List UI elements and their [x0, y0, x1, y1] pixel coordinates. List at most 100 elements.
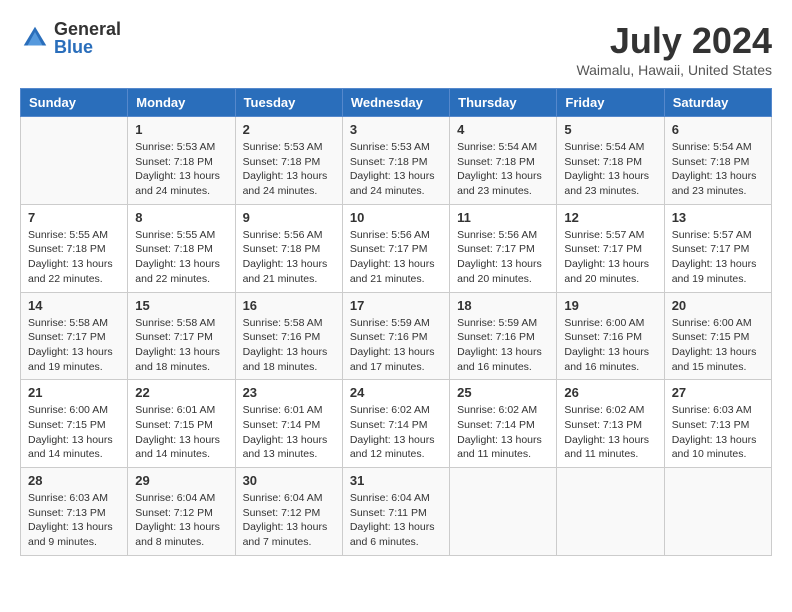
day-number: 24: [350, 385, 442, 400]
day-info: Sunrise: 6:00 AM Sunset: 7:16 PM Dayligh…: [564, 316, 656, 375]
daylight: Daylight: 13 hours and 14 minutes.: [28, 434, 113, 461]
day-number: 11: [457, 210, 549, 225]
day-info: Sunrise: 6:04 AM Sunset: 7:12 PM Dayligh…: [243, 491, 335, 550]
daylight: Daylight: 13 hours and 14 minutes.: [135, 434, 220, 461]
day-number: 3: [350, 122, 442, 137]
logo-general-text: General: [54, 20, 121, 38]
day-info: Sunrise: 5:59 AM Sunset: 7:16 PM Dayligh…: [350, 316, 442, 375]
sunset: Sunset: 7:18 PM: [457, 156, 535, 168]
day-cell: 5 Sunrise: 5:54 AM Sunset: 7:18 PM Dayli…: [557, 117, 664, 205]
day-cell: [450, 468, 557, 556]
day-number: 29: [135, 473, 227, 488]
sunset: Sunset: 7:18 PM: [28, 243, 106, 255]
day-cell: [557, 468, 664, 556]
sunset: Sunset: 7:18 PM: [564, 156, 642, 168]
daylight: Daylight: 13 hours and 23 minutes.: [457, 170, 542, 197]
daylight: Daylight: 13 hours and 21 minutes.: [350, 258, 435, 285]
col-sunday: Sunday: [21, 89, 128, 117]
day-info: Sunrise: 6:00 AM Sunset: 7:15 PM Dayligh…: [672, 316, 764, 375]
day-info: Sunrise: 5:55 AM Sunset: 7:18 PM Dayligh…: [135, 228, 227, 287]
sunrise: Sunrise: 6:00 AM: [28, 404, 108, 416]
sunset: Sunset: 7:18 PM: [135, 156, 213, 168]
day-info: Sunrise: 5:53 AM Sunset: 7:18 PM Dayligh…: [350, 140, 442, 199]
sunset: Sunset: 7:11 PM: [350, 507, 427, 519]
sunrise: Sunrise: 5:56 AM: [243, 229, 323, 241]
calendar-body: 1 Sunrise: 5:53 AM Sunset: 7:18 PM Dayli…: [21, 117, 772, 556]
daylight: Daylight: 13 hours and 19 minutes.: [672, 258, 757, 285]
day-number: 25: [457, 385, 549, 400]
day-cell: 26 Sunrise: 6:02 AM Sunset: 7:13 PM Dayl…: [557, 380, 664, 468]
sunset: Sunset: 7:15 PM: [135, 419, 213, 431]
day-number: 7: [28, 210, 120, 225]
daylight: Daylight: 13 hours and 8 minutes.: [135, 521, 220, 548]
logo: General Blue: [20, 20, 121, 56]
sunset: Sunset: 7:16 PM: [243, 331, 321, 343]
day-cell: 2 Sunrise: 5:53 AM Sunset: 7:18 PM Dayli…: [235, 117, 342, 205]
sunrise: Sunrise: 6:04 AM: [243, 492, 323, 504]
day-info: Sunrise: 5:53 AM Sunset: 7:18 PM Dayligh…: [135, 140, 227, 199]
day-number: 16: [243, 298, 335, 313]
sunrise: Sunrise: 5:54 AM: [672, 141, 752, 153]
logo-blue-text: Blue: [54, 38, 121, 56]
sunrise: Sunrise: 6:01 AM: [135, 404, 215, 416]
sunrise: Sunrise: 5:57 AM: [564, 229, 644, 241]
day-info: Sunrise: 6:03 AM Sunset: 7:13 PM Dayligh…: [28, 491, 120, 550]
daylight: Daylight: 13 hours and 18 minutes.: [243, 346, 328, 373]
day-cell: 10 Sunrise: 5:56 AM Sunset: 7:17 PM Dayl…: [342, 204, 449, 292]
day-number: 14: [28, 298, 120, 313]
day-cell: 25 Sunrise: 6:02 AM Sunset: 7:14 PM Dayl…: [450, 380, 557, 468]
day-cell: 1 Sunrise: 5:53 AM Sunset: 7:18 PM Dayli…: [128, 117, 235, 205]
day-info: Sunrise: 5:54 AM Sunset: 7:18 PM Dayligh…: [672, 140, 764, 199]
sunset: Sunset: 7:17 PM: [135, 331, 213, 343]
day-cell: 30 Sunrise: 6:04 AM Sunset: 7:12 PM Dayl…: [235, 468, 342, 556]
sunset: Sunset: 7:18 PM: [350, 156, 428, 168]
sunrise: Sunrise: 5:54 AM: [457, 141, 537, 153]
sunset: Sunset: 7:13 PM: [564, 419, 642, 431]
logo-text: General Blue: [54, 20, 121, 56]
day-info: Sunrise: 5:56 AM Sunset: 7:17 PM Dayligh…: [457, 228, 549, 287]
col-monday: Monday: [128, 89, 235, 117]
daylight: Daylight: 13 hours and 20 minutes.: [564, 258, 649, 285]
week-row-1: 1 Sunrise: 5:53 AM Sunset: 7:18 PM Dayli…: [21, 117, 772, 205]
sunrise: Sunrise: 5:54 AM: [564, 141, 644, 153]
daylight: Daylight: 13 hours and 22 minutes.: [28, 258, 113, 285]
daylight: Daylight: 13 hours and 7 minutes.: [243, 521, 328, 548]
day-number: 27: [672, 385, 764, 400]
day-number: 19: [564, 298, 656, 313]
sunrise: Sunrise: 5:58 AM: [243, 317, 323, 329]
sunrise: Sunrise: 6:02 AM: [350, 404, 430, 416]
day-cell: 17 Sunrise: 5:59 AM Sunset: 7:16 PM Dayl…: [342, 292, 449, 380]
sunrise: Sunrise: 6:00 AM: [672, 317, 752, 329]
sunrise: Sunrise: 6:01 AM: [243, 404, 323, 416]
day-info: Sunrise: 5:56 AM Sunset: 7:18 PM Dayligh…: [243, 228, 335, 287]
day-number: 2: [243, 122, 335, 137]
calendar-header: Sunday Monday Tuesday Wednesday Thursday…: [21, 89, 772, 117]
day-number: 13: [672, 210, 764, 225]
day-number: 5: [564, 122, 656, 137]
logo-icon: [20, 23, 50, 53]
sunrise: Sunrise: 6:00 AM: [564, 317, 644, 329]
day-info: Sunrise: 6:01 AM Sunset: 7:15 PM Dayligh…: [135, 403, 227, 462]
day-number: 31: [350, 473, 442, 488]
day-info: Sunrise: 5:58 AM Sunset: 7:17 PM Dayligh…: [135, 316, 227, 375]
daylight: Daylight: 13 hours and 10 minutes.: [672, 434, 757, 461]
calendar-table: Sunday Monday Tuesday Wednesday Thursday…: [20, 88, 772, 556]
day-number: 8: [135, 210, 227, 225]
location: Waimalu, Hawaii, United States: [576, 62, 772, 78]
day-info: Sunrise: 6:04 AM Sunset: 7:11 PM Dayligh…: [350, 491, 442, 550]
sunrise: Sunrise: 5:58 AM: [135, 317, 215, 329]
day-cell: 21 Sunrise: 6:00 AM Sunset: 7:15 PM Dayl…: [21, 380, 128, 468]
day-cell: [21, 117, 128, 205]
sunset: Sunset: 7:17 PM: [28, 331, 106, 343]
week-row-2: 7 Sunrise: 5:55 AM Sunset: 7:18 PM Dayli…: [21, 204, 772, 292]
col-tuesday: Tuesday: [235, 89, 342, 117]
sunset: Sunset: 7:17 PM: [672, 243, 750, 255]
day-cell: 19 Sunrise: 6:00 AM Sunset: 7:16 PM Dayl…: [557, 292, 664, 380]
day-cell: 23 Sunrise: 6:01 AM Sunset: 7:14 PM Dayl…: [235, 380, 342, 468]
day-number: 30: [243, 473, 335, 488]
sunrise: Sunrise: 5:55 AM: [135, 229, 215, 241]
day-cell: 29 Sunrise: 6:04 AM Sunset: 7:12 PM Dayl…: [128, 468, 235, 556]
day-number: 26: [564, 385, 656, 400]
day-cell: [664, 468, 771, 556]
daylight: Daylight: 13 hours and 19 minutes.: [28, 346, 113, 373]
